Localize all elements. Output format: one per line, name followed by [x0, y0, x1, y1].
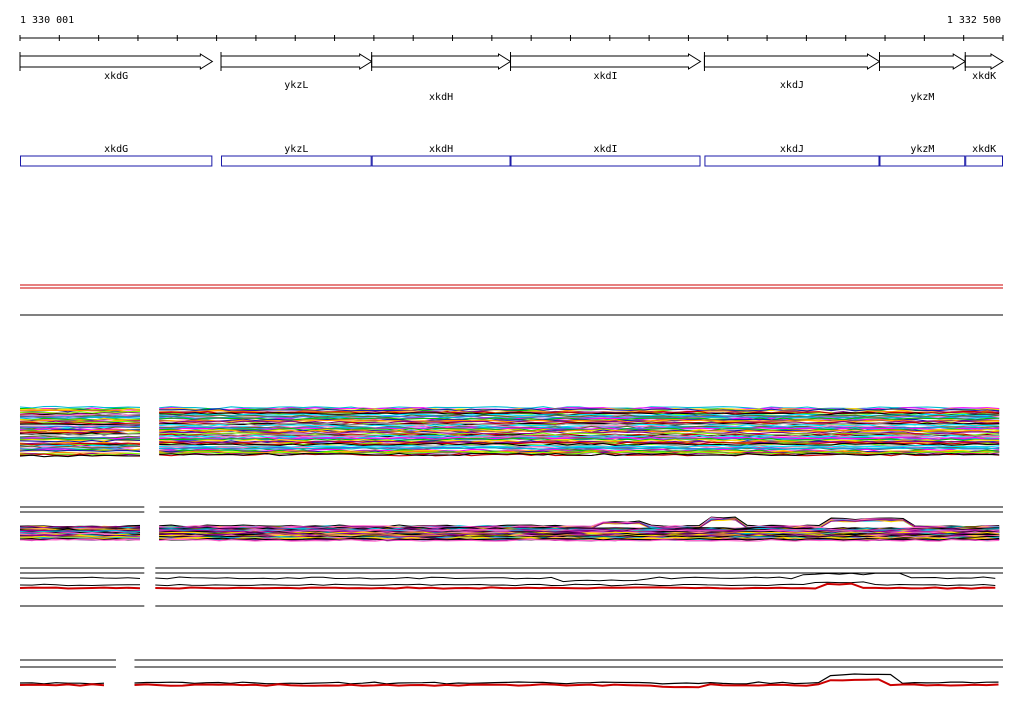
gene-arrow-xkdj	[703, 53, 881, 70]
gene-arrow-xkdi	[510, 53, 702, 70]
gene-arrow-ykzm	[878, 53, 967, 70]
gene-label-xkdk: xkdK	[972, 71, 996, 82]
annotation-label-xkdi: xkdI	[593, 144, 617, 155]
annotation-label-ykzl: ykzL	[284, 144, 308, 155]
genome-browser-view: 1 330 001 1 332 500 xkdG ykzL xkdH xkdI xkdJ…	[19, 15, 1004, 689]
signal-line	[19, 405, 141, 409]
annotation-label-xkdj: xkdJ	[780, 144, 804, 155]
gene-arrow-track: xkdG ykzL xkdH xkdI xkdJ ykzM xkdK	[19, 52, 1004, 103]
gene-label-ykzm: ykzM	[910, 92, 934, 103]
gene-label-ykzl: ykzL	[284, 80, 308, 91]
coordinate-ruler	[19, 35, 1004, 41]
signal-line-red	[19, 586, 141, 590]
annotation-box-xkdi	[510, 155, 701, 167]
annotation-box-xkdj	[704, 155, 880, 167]
annotation-label-xkdg: xkdG	[104, 144, 128, 155]
annotation-box-xkdk	[965, 155, 1003, 167]
gene-annotation-track: xkdG ykzL xkdH xkdI xkdJ ykzM xkdK	[20, 144, 1003, 167]
gene-label-xkdh: xkdH	[429, 92, 453, 103]
signal-line-red	[19, 683, 105, 687]
signal-line-black	[155, 572, 996, 583]
annotation-label-ykzm: ykzM	[910, 144, 934, 155]
signal-line	[19, 423, 141, 426]
pair-signal-track	[19, 567, 1003, 607]
coordinate-end-label: 1 332 500	[947, 15, 1001, 26]
annotation-box-xkdh	[371, 155, 511, 167]
gene-label-xkdi: xkdI	[593, 71, 617, 82]
signal-tracks	[19, 405, 1003, 689]
dense-signal-track	[19, 506, 1003, 542]
gene-arrow-xkdh	[371, 53, 512, 70]
annotation-label-xkdk: xkdK	[972, 144, 996, 155]
reference-line-track	[20, 284, 1003, 316]
annotation-label-xkdh: xkdH	[429, 144, 453, 155]
gene-label-xkdg: xkdG	[104, 71, 128, 82]
signal-line	[19, 454, 141, 458]
signal-line-black	[19, 576, 141, 579]
gene-label-xkdj: xkdJ	[780, 80, 804, 91]
gene-arrow-xkdk	[964, 53, 1004, 70]
pair-signal-track	[19, 659, 1003, 689]
signal-line-black	[19, 583, 140, 587]
annotation-box-xkdg	[20, 155, 213, 167]
gene-arrow-xkdg	[19, 53, 214, 70]
annotation-box-ykzl	[221, 155, 372, 167]
coordinate-start-label: 1 330 001	[20, 15, 74, 26]
dense-signal-track	[19, 405, 1000, 458]
annotation-box-ykzm	[879, 155, 966, 167]
gene-arrow-ykzl	[220, 53, 373, 70]
signal-line-black	[155, 581, 996, 587]
